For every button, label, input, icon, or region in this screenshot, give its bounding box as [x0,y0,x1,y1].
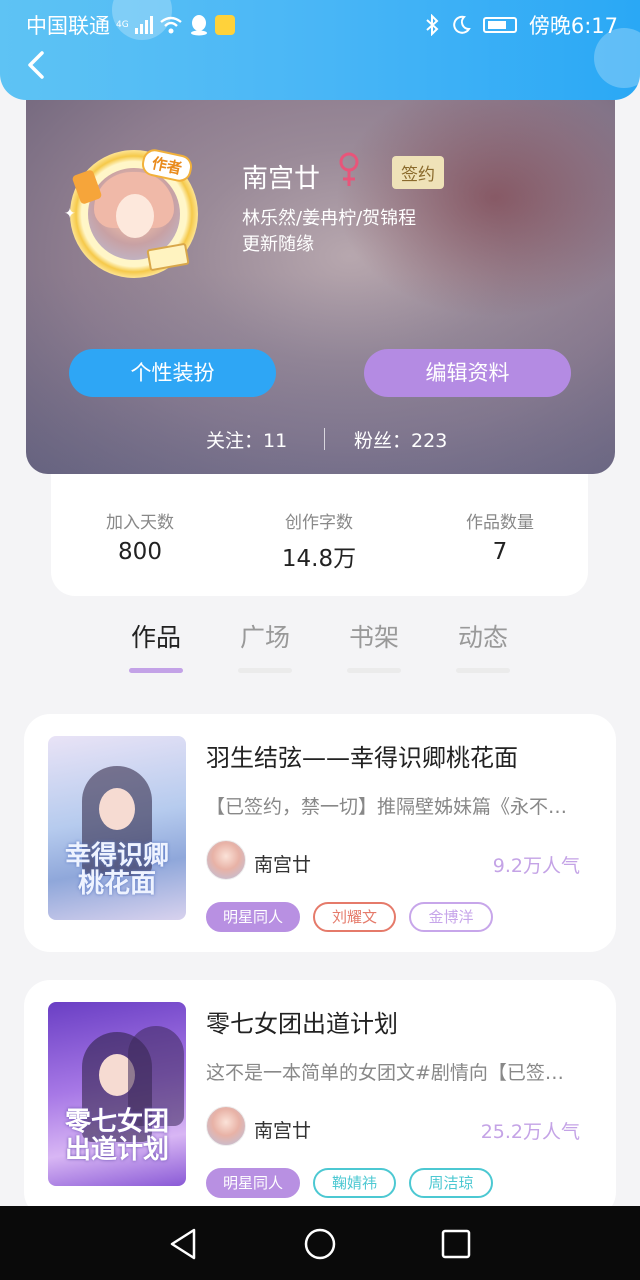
wifi-icon [159,16,182,34]
back-triangle-icon[interactable] [164,1224,204,1264]
signal-bars-icon [134,16,153,34]
author-avatar[interactable] [206,840,246,880]
tab-bookshelf[interactable]: 书架 [334,618,414,673]
stat-word-count: 创作字数 14.8万 [281,513,357,572]
book-author[interactable]: 南宫廿 [254,850,311,877]
book-cover[interactable]: 零七女团出道计划 [48,1002,186,1186]
book-tag[interactable]: 周洁琼 [409,1168,493,1198]
tab-plaza[interactable]: 广场 [225,618,305,673]
tab-bar: 作品 广场 书架 动态 [0,600,640,684]
signed-badge: 签约 [392,156,444,189]
divider [324,428,325,450]
sparkle-icon: ✦ [64,206,76,222]
dress-up-button[interactable]: 个性装扮 [69,349,276,397]
stat-join-days: 加入天数 800 [106,513,174,565]
profile-card: ✦ 作者 南宫廿 签约 林乐然/姜冉柠/贺锦程 更新随缘 个性装扮 编辑资料 关… [26,78,615,474]
chevron-left-icon[interactable] [22,50,52,80]
book-tag[interactable]: 明星同人 [206,902,300,932]
book-popularity: 9.2万人气 [492,855,580,877]
follow-row: 关注：11 粉丝：223 [26,424,615,454]
book-tag[interactable]: 刘耀文 [313,902,396,932]
stat-works-count: 作品数量 7 [466,513,534,565]
book-description: 这不是一本简单的女团文#剧情向【已签… [206,1062,564,1084]
moon-icon [453,15,471,34]
tab-updates[interactable]: 动态 [443,618,523,673]
female-icon [339,152,359,186]
book-tag[interactable]: 鞠婧祎 [313,1168,396,1198]
system-nav-bar [0,1206,640,1280]
book-cover[interactable]: 幸得识卿桃花面 [48,736,186,920]
edit-profile-button[interactable]: 编辑资料 [364,349,571,397]
carrier-label: 中国联通 [26,14,110,38]
status-bar: 中国联通 4G 傍晚6:17 [0,0,640,44]
book-tag[interactable]: 金博洋 [409,902,493,932]
fans-count[interactable]: 粉丝：223 [354,426,447,453]
avatar[interactable]: ✦ 作者 [64,147,198,278]
cover-title-art: 幸得识卿桃花面 [64,841,169,899]
book-author[interactable]: 南宫廿 [254,1116,311,1143]
bluetooth-icon [426,14,439,36]
tab-works[interactable]: 作品 [116,618,196,673]
status-time: 傍晚6:17 [528,14,618,38]
book-title[interactable]: 羽生结弦——幸得识卿桃花面 [206,738,518,773]
profile-update-note: 更新随缘 [242,234,314,255]
following-count[interactable]: 关注：11 [206,426,287,453]
book-card[interactable]: 零七女团出道计划 零七女团出道计划 这不是一本简单的女团文#剧情向【已签… 南宫… [24,980,616,1218]
book-popularity: 25.2万人气 [480,1121,580,1143]
stats-panel: 加入天数 800 创作字数 14.8万 作品数量 7 [51,474,588,596]
network-label: 4G [116,20,129,30]
profile-name: 南宫廿 [242,164,321,194]
book-description: 【已签约，禁一切】推隔壁姊妹篇《永不… [206,796,568,818]
app-notification-icon [214,15,235,35]
book-title[interactable]: 零七女团出道计划 [206,1004,398,1039]
cover-title-art: 零七女团出道计划 [64,1107,169,1165]
recents-square-icon[interactable] [436,1224,476,1264]
header-bar: 中国联通 4G 傍晚6:17 [0,0,640,100]
home-circle-icon[interactable] [300,1224,340,1264]
profile-characters: 林乐然/姜冉柠/贺锦程 [242,208,417,229]
author-avatar[interactable] [206,1106,246,1146]
battery-icon [482,17,517,33]
book-card[interactable]: 幸得识卿桃花面 羽生结弦——幸得识卿桃花面 【已签约，禁一切】推隔壁姊妹篇《永不… [24,714,616,952]
qq-icon [190,15,207,36]
book-tag[interactable]: 明星同人 [206,1168,300,1198]
